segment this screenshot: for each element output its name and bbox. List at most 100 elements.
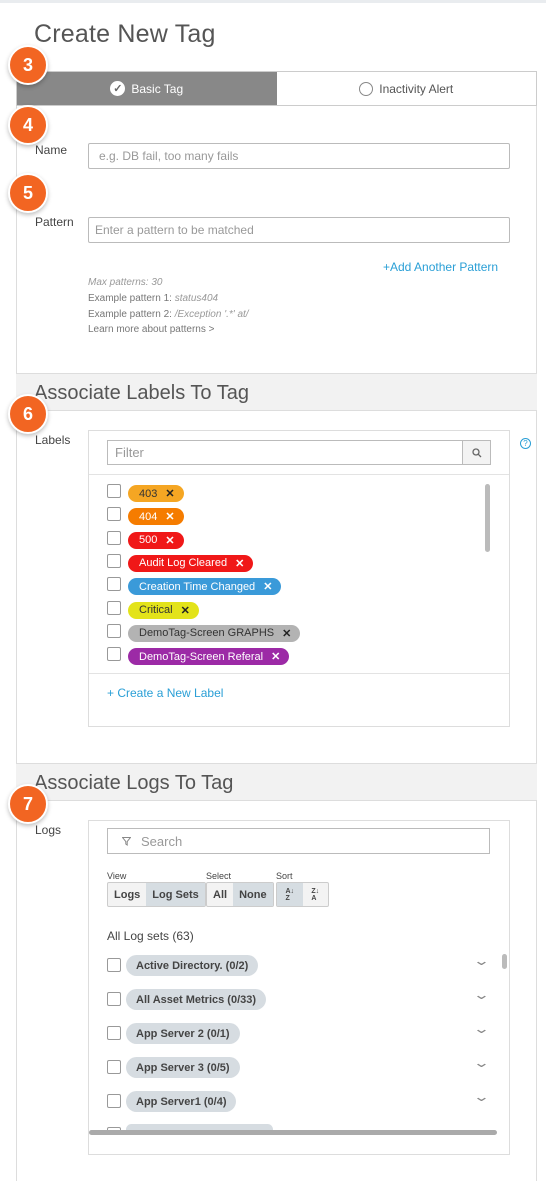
select-all-button[interactable]: All — [207, 883, 233, 906]
view-log-sets-button[interactable]: Log Sets — [146, 883, 205, 906]
step-badge-3: 3 — [8, 45, 48, 85]
label-checkbox[interactable] — [107, 647, 121, 662]
search-icon[interactable] — [462, 441, 490, 464]
chevron-down-icon[interactable]: ⌄ — [473, 1055, 490, 1071]
radio-icon — [359, 81, 374, 96]
help-icon[interactable]: ? — [520, 438, 531, 449]
check-icon: ✓ — [110, 81, 126, 96]
labels-filter-input[interactable]: Filter — [107, 440, 491, 465]
log-set-checkbox[interactable] — [107, 1094, 121, 1108]
label-checkbox[interactable] — [107, 623, 121, 638]
max-patterns-text: Max patterns: 30 — [88, 277, 163, 288]
log-set-checkbox[interactable] — [107, 958, 121, 972]
sort-toggle: A↓ Z Z↓ A — [276, 882, 329, 907]
log-set-checkbox[interactable] — [107, 1060, 121, 1074]
log-set-pill: App Server 3 (0/5) — [126, 1057, 240, 1078]
select-none-button[interactable]: None — [233, 883, 273, 906]
learn-more-patterns-link[interactable]: Learn more about patterns > — [88, 324, 214, 335]
example-pattern-2-label: Example pattern 2: — [88, 309, 175, 320]
logs-horizontal-scrollbar[interactable] — [89, 1130, 497, 1135]
step-badge-4: 4 — [8, 105, 48, 145]
label-checkbox[interactable] — [107, 553, 121, 568]
log-set-pill: App Server 2 (0/1) — [126, 1023, 240, 1044]
logs-search-placeholder: Search — [141, 833, 183, 849]
chevron-down-icon[interactable]: ⌄ — [473, 953, 490, 969]
labels-label: Labels — [35, 433, 71, 447]
close-icon[interactable]: ✕ — [165, 487, 174, 500]
page-title: Create New Tag — [34, 20, 216, 48]
chevron-down-icon[interactable]: ⌄ — [473, 1089, 490, 1105]
log-sets-count: All Log sets (63) — [107, 929, 194, 943]
labels-section-title: Associate Labels To Tag — [34, 382, 249, 404]
pattern-input[interactable]: Enter a pattern to be matched — [88, 217, 510, 243]
example-pattern-2-value: /Exception '.*' at/ — [174, 309, 249, 320]
labels-section-header: Associate Labels To Tag — [16, 373, 537, 411]
label-chip-text: DemoTag-Screen GRAPHS — [139, 627, 275, 640]
step-badge-6: 6 — [8, 394, 48, 434]
close-icon[interactable]: ✕ — [165, 510, 174, 523]
view-logs-button[interactable]: Logs — [108, 883, 146, 906]
step-badge-7: 7 — [8, 784, 48, 824]
label-chip-text: Critical — [139, 604, 173, 616]
tab-inactivity-alert[interactable]: Inactivity Alert — [276, 72, 536, 105]
chevron-down-icon[interactable]: ⌄ — [473, 1021, 490, 1037]
filter-icon — [121, 834, 132, 849]
sort-descending-icon[interactable]: Z↓ A — [303, 883, 329, 906]
select-label: Select — [206, 871, 232, 881]
pattern-label: Pattern — [35, 215, 74, 229]
logs-vertical-scrollbar[interactable] — [502, 954, 507, 969]
divider — [89, 673, 509, 674]
select-toggle: All None — [206, 882, 274, 907]
label-chip: 500 ✕ — [128, 531, 184, 549]
create-label-link[interactable]: + Create a New Label — [107, 686, 223, 700]
labels-scrollbar[interactable] — [485, 484, 490, 552]
label-chip-text: Creation Time Changed — [139, 580, 256, 593]
view-toggle: Logs Log Sets — [107, 882, 206, 907]
log-set-checkbox[interactable] — [107, 992, 121, 1006]
close-icon[interactable]: ✕ — [263, 580, 272, 593]
close-icon[interactable]: ✕ — [181, 604, 190, 617]
name-input[interactable]: e.g. DB fail, too many fails — [88, 143, 510, 169]
view-label: View — [107, 871, 127, 881]
close-icon[interactable]: ✕ — [235, 557, 244, 570]
label-chip-text: 500 — [139, 534, 158, 547]
label-checkbox[interactable] — [107, 530, 121, 545]
step-badge-5: 5 — [8, 173, 48, 213]
label-chip-text: Audit Log Cleared — [139, 557, 228, 570]
log-set-pill: All Asset Metrics (0/33) — [126, 989, 267, 1010]
label-chip: 404 ✕ — [128, 508, 184, 526]
log-set-checkbox[interactable] — [107, 1026, 121, 1040]
tab-basic-tag[interactable]: ✓ Basic Tag — [17, 72, 277, 105]
label-checkbox[interactable] — [107, 577, 121, 592]
label-checkbox[interactable] — [107, 484, 121, 498]
close-icon[interactable]: ✕ — [282, 627, 291, 640]
sort-ascending-icon[interactable]: A↓ Z — [277, 883, 303, 906]
label-chip: Audit Log Cleared ✕ — [128, 554, 254, 572]
logs-section-title: Associate Logs To Tag — [34, 772, 234, 794]
divider — [89, 474, 509, 475]
logs-search-input[interactable]: Search — [107, 828, 490, 854]
close-icon[interactable]: ✕ — [165, 534, 174, 547]
chevron-down-icon[interactable]: ⌄ — [473, 987, 490, 1003]
create-tag-page: Create New Tag 3 4 5 6 7 ✓ Basic Tag Ina… — [0, 0, 546, 1181]
label-chip: 403 ✕ — [128, 485, 184, 502]
label-chip: DemoTag-Screen Referal ✕ — [128, 648, 290, 666]
example-pattern-2: Example pattern 2: /Exception '.*' at/ — [88, 309, 249, 320]
label-checkbox[interactable] — [107, 507, 121, 522]
label-chip: Creation Time Changed ✕ — [128, 578, 282, 596]
name-label: Name — [35, 143, 68, 157]
example-pattern-1-value: status404 — [174, 293, 219, 304]
sort-label: Sort — [276, 871, 293, 881]
label-chip-text: DemoTag-Screen Referal — [139, 650, 264, 663]
logs-label: Logs — [35, 823, 62, 837]
log-set-pill: App Server1 (0/4) — [126, 1091, 237, 1112]
add-pattern-link[interactable]: +Add Another Pattern — [383, 260, 498, 274]
label-chip-text: 403 — [139, 487, 158, 500]
logs-section-header: Associate Logs To Tag — [16, 763, 537, 801]
label-chip: DemoTag-Screen GRAPHS ✕ — [128, 624, 301, 642]
example-pattern-1-label: Example pattern 1: — [88, 293, 175, 304]
label-checkbox[interactable] — [107, 600, 121, 615]
tag-type-tabs: ✓ Basic Tag Inactivity Alert — [16, 71, 537, 106]
tab-inactivity-alert-label: Inactivity Alert — [379, 81, 454, 96]
close-icon[interactable]: ✕ — [271, 650, 280, 663]
